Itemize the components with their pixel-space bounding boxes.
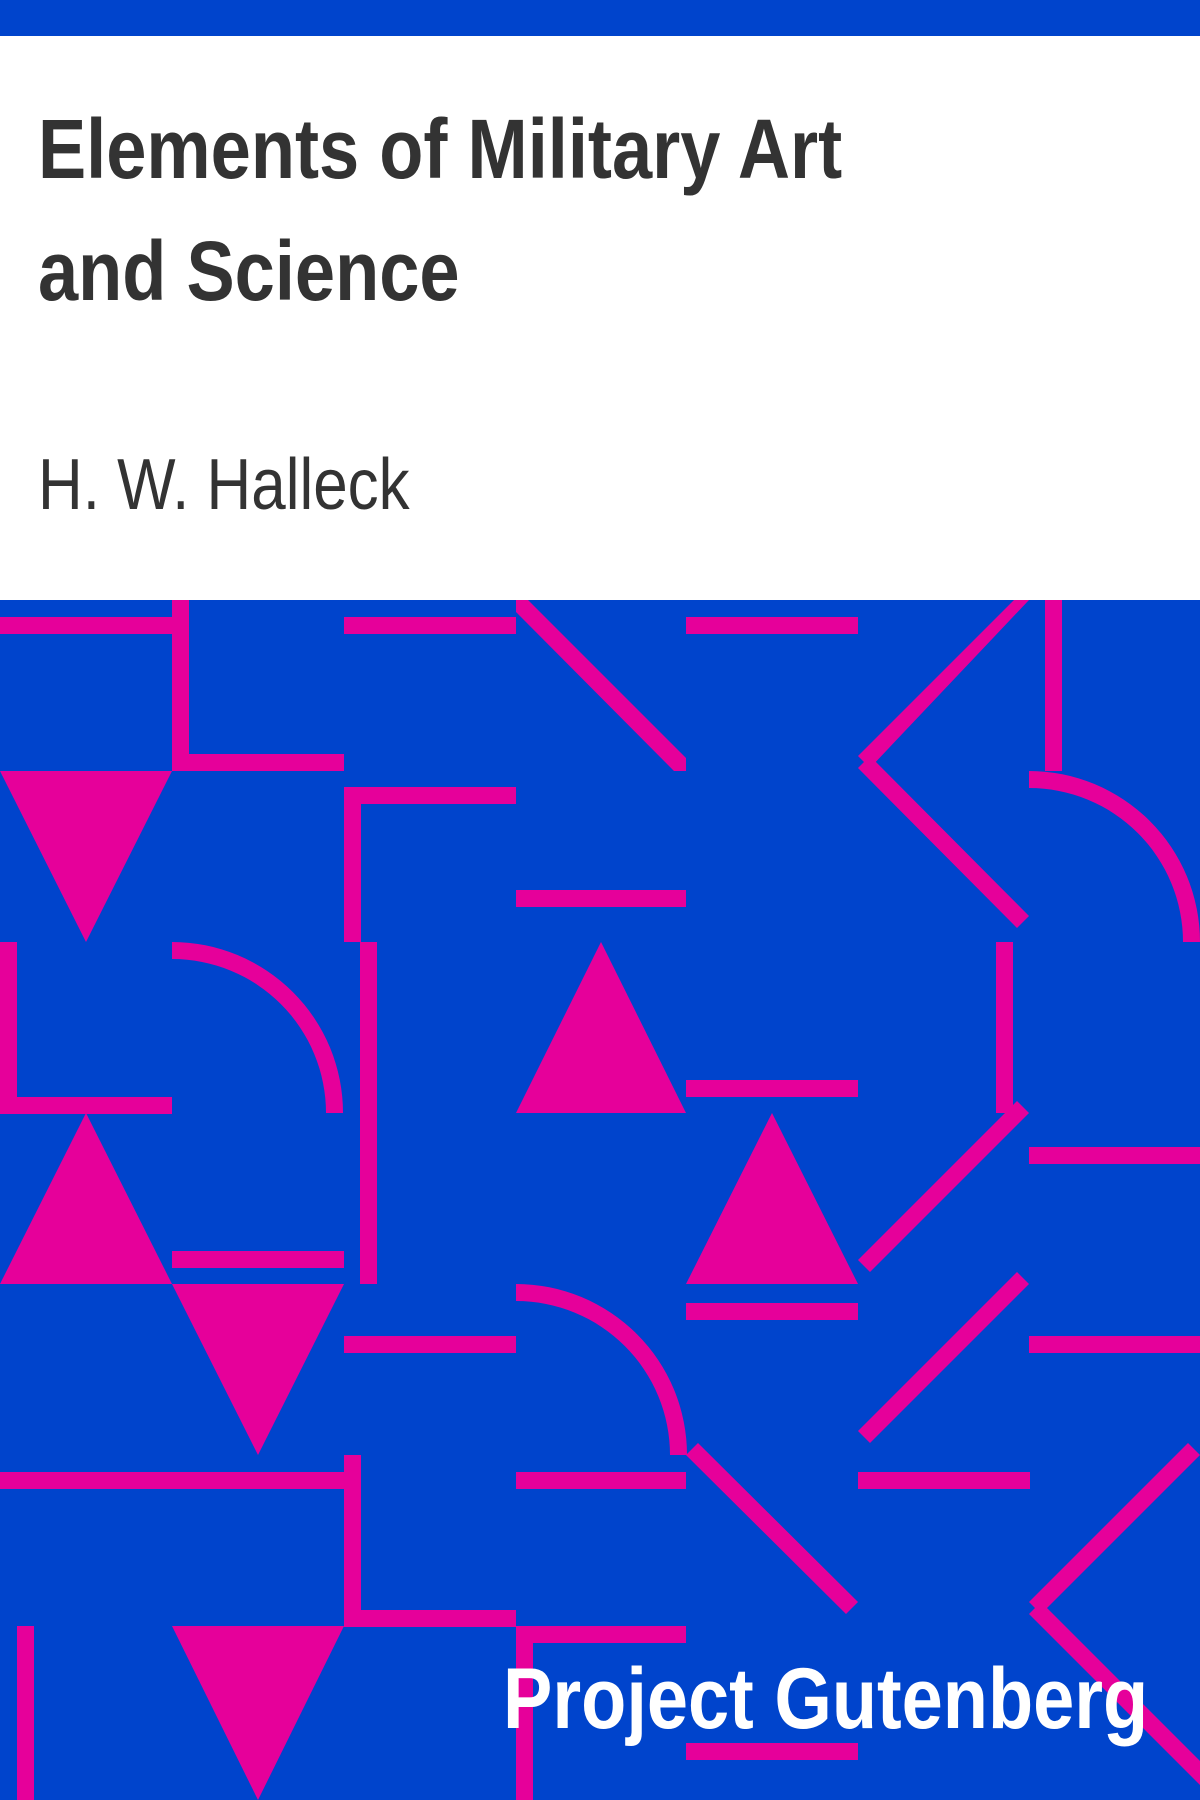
pattern-bar — [0, 617, 172, 634]
pattern-bar — [1045, 600, 1062, 771]
pattern-bar — [686, 1080, 858, 1097]
pattern-bar — [172, 1251, 344, 1268]
book-author: H. W. Halleck — [38, 445, 410, 525]
pattern-bar — [1029, 1147, 1200, 1164]
pattern-background — [0, 600, 1200, 1800]
pattern-bar — [17, 1626, 34, 1800]
pattern-bar — [0, 942, 17, 1113]
publisher-logo-text: Project Gutenberg — [502, 1651, 1148, 1747]
pattern-bar — [344, 617, 516, 634]
pattern-bar — [0, 1097, 172, 1114]
pattern-bar — [996, 942, 1013, 1113]
pattern-bar — [344, 787, 516, 804]
pattern-bar — [516, 1626, 686, 1643]
pattern-bar — [686, 617, 858, 634]
pattern-bar — [344, 1610, 516, 1627]
pattern-bar — [344, 1336, 516, 1353]
geometric-pattern — [0, 600, 1200, 1800]
pattern-bar — [686, 1303, 858, 1320]
top-color-bar — [0, 0, 1200, 36]
pattern-bar — [172, 754, 344, 771]
pattern-bar — [344, 1455, 361, 1626]
pattern-bar — [516, 1472, 686, 1489]
book-title: Elements of Military Art and Science — [38, 102, 843, 318]
pattern-bar — [360, 942, 377, 1284]
pattern-bar — [516, 890, 686, 907]
pattern-bar — [1029, 1336, 1200, 1353]
pattern-bar — [344, 787, 361, 942]
pattern-bar — [0, 1472, 344, 1489]
pattern-bar — [858, 1472, 1030, 1489]
book-cover: Elements of Military Art and Science H. … — [0, 0, 1200, 1800]
pattern-bar — [172, 600, 189, 771]
